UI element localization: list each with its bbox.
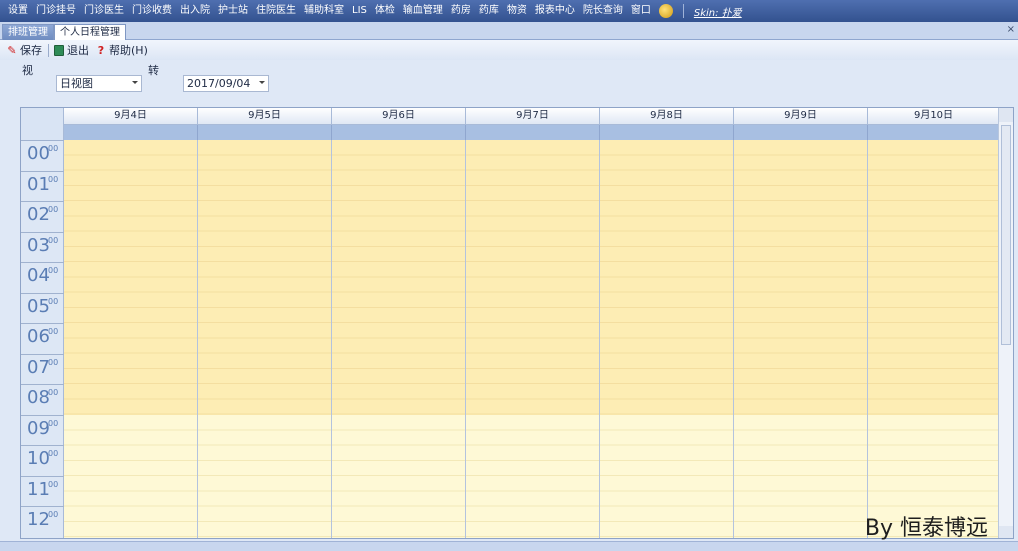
tab-personal-schedule[interactable]: 个人日程管理 bbox=[54, 24, 126, 40]
day-column[interactable] bbox=[64, 140, 198, 538]
menu-item-registration[interactable]: 门诊挂号 bbox=[32, 0, 80, 22]
menu-item-nurse-station[interactable]: 护士站 bbox=[214, 0, 252, 22]
hour-label: 10 00 bbox=[21, 445, 64, 476]
day-header[interactable]: 9月9日 bbox=[734, 108, 868, 125]
menu-item-inpatient-doctor[interactable]: 住院医生 bbox=[252, 0, 300, 22]
menu-item-drug-store[interactable]: 药库 bbox=[475, 0, 503, 22]
close-tab-icon[interactable]: × bbox=[1007, 24, 1015, 35]
all-day-cell[interactable] bbox=[466, 125, 600, 140]
chevron-down-icon bbox=[132, 81, 138, 84]
day-header[interactable]: 9月7日 bbox=[466, 108, 600, 125]
scheduler-corner bbox=[21, 108, 64, 140]
day-header[interactable]: 9月6日 bbox=[332, 108, 466, 125]
hour-label: 08 00 bbox=[21, 384, 64, 415]
hour-label: 07 00 bbox=[21, 353, 64, 385]
all-day-cell[interactable] bbox=[868, 125, 1000, 140]
hour-label: 06 00 bbox=[21, 323, 64, 354]
day-header[interactable]: 9月4日 bbox=[64, 108, 198, 125]
menu-item-auxiliary-dept[interactable]: 辅助科室 bbox=[300, 0, 348, 22]
day-column[interactable] bbox=[734, 140, 868, 538]
watermark: By 恒泰博远 bbox=[864, 516, 988, 541]
all-day-cell[interactable] bbox=[600, 125, 734, 140]
tab-schedule-management[interactable]: 排班管理 bbox=[2, 24, 54, 40]
user-icon[interactable] bbox=[658, 4, 673, 18]
time-ruler: 00 00 01 00 02 00 03 00 04 00 05 00 06 00 07 00 … bbox=[21, 140, 64, 538]
menu-item-window[interactable]: 窗口 bbox=[627, 0, 655, 22]
menu-item-settings[interactable]: 设置 bbox=[4, 0, 32, 22]
hour-label: 02 00 bbox=[21, 201, 64, 232]
save-button-label: 保存 bbox=[20, 44, 42, 57]
goto-label: 转 bbox=[148, 64, 159, 77]
all-day-cell[interactable] bbox=[734, 125, 868, 140]
main-menu-bar: 设置 门诊挂号 门诊医生 门诊收费 出入院 护士站 住院医生 辅助科室 LIS … bbox=[0, 0, 1018, 22]
view-label: 视 bbox=[22, 64, 33, 77]
document-tab-strip: 排班管理 个人日程管理 × bbox=[0, 22, 1018, 40]
exit-button-label: 退出 bbox=[67, 44, 89, 57]
day-header[interactable]: 9月8日 bbox=[600, 108, 734, 125]
menu-item-lis[interactable]: LIS bbox=[348, 0, 371, 22]
day-column[interactable] bbox=[868, 140, 1000, 538]
day-column[interactable] bbox=[198, 140, 332, 538]
menu-item-outpatient-billing[interactable]: 门诊收费 bbox=[128, 0, 176, 22]
menu-item-outpatient-doctor[interactable]: 门诊医生 bbox=[80, 0, 128, 22]
status-bar bbox=[0, 541, 1018, 551]
day-column[interactable] bbox=[332, 140, 466, 538]
menu-item-blood-transfusion[interactable]: 输血管理 bbox=[399, 0, 447, 22]
help-button-label: 帮助(H) bbox=[109, 44, 148, 57]
exit-button[interactable]: 退出 bbox=[53, 42, 89, 58]
menu-item-physical-exam[interactable]: 体检 bbox=[371, 0, 399, 22]
question-mark-icon: ? bbox=[97, 43, 105, 57]
scrollbar-thumb[interactable] bbox=[1001, 125, 1011, 345]
all-day-cell[interactable] bbox=[332, 125, 466, 140]
menu-separator bbox=[682, 4, 684, 18]
hour-label: 12 00 bbox=[21, 506, 64, 537]
day-column[interactable] bbox=[466, 140, 600, 538]
menu-item-admission[interactable]: 出入院 bbox=[176, 0, 214, 22]
scroll-up-button[interactable] bbox=[999, 108, 1013, 122]
day-header[interactable]: 9月5日 bbox=[198, 108, 332, 125]
date-value: 2017/09/04 bbox=[187, 77, 251, 90]
exit-door-icon bbox=[53, 44, 65, 56]
week-scheduler: 9月4日 9月5日 9月6日 9月7日 9月8日 9月9日 9月10日 00 00… bbox=[20, 107, 1014, 539]
help-button[interactable]: ? 帮助(H) bbox=[95, 42, 148, 58]
toolbar: ✎ 保存 退出 ? 帮助(H) bbox=[0, 40, 1018, 60]
menu-item-pharmacy[interactable]: 药房 bbox=[447, 0, 475, 22]
hour-label: 11 00 bbox=[21, 475, 64, 507]
pencil-icon: ✎ bbox=[7, 43, 17, 57]
hour-label: 00 00 bbox=[21, 140, 64, 171]
menu-item-director-query[interactable]: 院长查询 bbox=[579, 0, 627, 22]
toolbar-separator bbox=[48, 43, 49, 57]
day-column[interactable] bbox=[600, 140, 734, 538]
hour-label: 04 00 bbox=[21, 262, 64, 293]
scroll-down-button[interactable] bbox=[999, 526, 1013, 538]
all-day-cell[interactable] bbox=[64, 125, 198, 140]
day-header[interactable]: 9月10日 bbox=[868, 108, 1000, 125]
hour-label: 01 00 bbox=[21, 170, 64, 202]
chevron-down-icon bbox=[259, 81, 265, 84]
hour-label: 03 00 bbox=[21, 231, 64, 263]
date-picker[interactable]: 2017/09/04 bbox=[183, 75, 269, 92]
skin-selector[interactable]: Skin: 扑爱 bbox=[690, 4, 746, 19]
view-mode-value: 日视图 bbox=[60, 77, 93, 90]
save-button[interactable]: ✎ 保存 bbox=[6, 42, 42, 58]
menu-item-report-center[interactable]: 报表中心 bbox=[531, 0, 579, 22]
hour-label: 05 00 bbox=[21, 292, 64, 324]
view-mode-select[interactable]: 日视图 bbox=[56, 75, 142, 92]
vertical-scrollbar[interactable] bbox=[998, 108, 1013, 538]
menu-item-materials[interactable]: 物资 bbox=[503, 0, 531, 22]
all-day-cell[interactable] bbox=[198, 125, 332, 140]
hour-label: 09 00 bbox=[21, 414, 64, 446]
